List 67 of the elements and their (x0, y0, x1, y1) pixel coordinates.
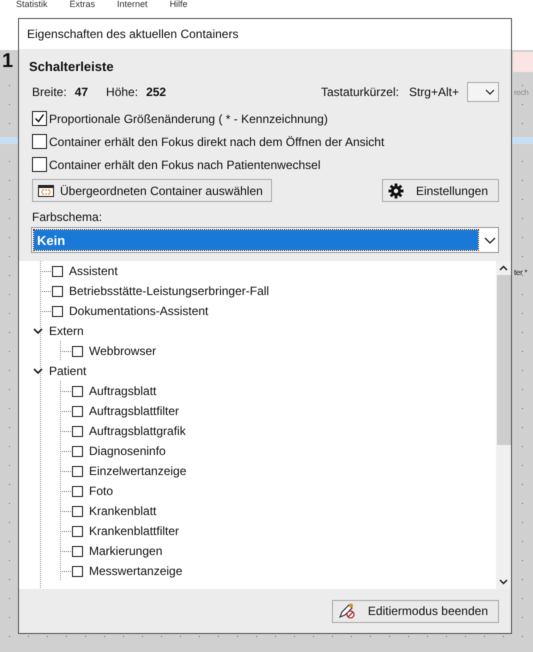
shortcut-prefix: Strg+Alt+ (408, 85, 459, 99)
tree-item[interactable]: Betriebsstätte-Leistungserbringer-Fall (69, 284, 270, 298)
tree-item[interactable]: Krankenblattfilter (89, 524, 180, 538)
finish-edit-mode-button[interactable]: Editiermodus beenden (332, 600, 499, 622)
expander-icon[interactable] (33, 327, 43, 335)
scroll-up-icon[interactable] (499, 265, 508, 271)
checkbox[interactable] (72, 566, 83, 576)
chevron-down-icon (485, 89, 495, 95)
height-value: 252 (146, 85, 166, 99)
pencil-icon (338, 603, 356, 619)
checkbox[interactable] (72, 346, 83, 356)
window-title: Eigenschaften des aktuellen Containers (27, 27, 238, 41)
tree-item[interactable]: Einzelwertanzeige (89, 464, 186, 478)
settings-icon (388, 182, 404, 198)
highlight-strip (513, 52, 533, 72)
menu-item[interactable]: Internet (117, 0, 148, 10)
menu-item[interactable]: Hilfe (170, 0, 188, 10)
color-scheme-dropdown[interactable]: Kein (31, 227, 499, 253)
field-label: Breite: (32, 85, 67, 99)
window-icon (38, 184, 54, 198)
scrollbar[interactable] (496, 261, 511, 589)
menu-item[interactable]: Extras (70, 0, 96, 10)
field-label: Tastaturkürzel: (320, 85, 399, 99)
page-heading: 1 (2, 50, 14, 73)
tree-item[interactable]: Foto (89, 484, 114, 498)
tree-item[interactable]: Krankenblatt (89, 504, 156, 518)
checkbox[interactable] (32, 157, 47, 172)
background-text: ter * (514, 268, 528, 277)
menu-item[interactable]: Statistik (16, 0, 48, 10)
section-title: Schalterleiste (29, 59, 115, 74)
checkbox[interactable] (52, 286, 63, 296)
checkbox[interactable] (72, 546, 83, 556)
checkbox[interactable] (72, 506, 83, 516)
tree-item[interactable]: Messwertanzeige (89, 564, 182, 578)
field-label: Höhe: (106, 85, 138, 99)
checkbox[interactable] (72, 386, 83, 396)
checkbox[interactable] (72, 426, 83, 436)
select-parent-button[interactable]: Übergeordneten Container auswählen (32, 179, 272, 202)
checkbox[interactable] (32, 134, 47, 149)
tree-item[interactable]: Auftragsblatt (89, 384, 156, 398)
chevron-down-icon (484, 236, 496, 244)
tree-item[interactable]: Dokumentations-Assistent (69, 304, 208, 318)
checkbox[interactable] (72, 446, 83, 456)
tree-group[interactable]: Patient (49, 364, 86, 378)
field-label: Farbschema: (31, 210, 104, 224)
tree-item[interactable]: Assistent (69, 264, 118, 278)
expander-icon[interactable] (33, 367, 43, 375)
checkbox[interactable] (72, 406, 83, 416)
tree-group[interactable]: Extern (49, 324, 84, 338)
checkbox[interactable] (72, 486, 83, 496)
settings-button[interactable]: Einstellungen (382, 179, 499, 202)
tree-item[interactable]: Auftragsblattfilter (89, 404, 180, 418)
background-text: rech (514, 88, 528, 97)
tree-item[interactable]: Webbrowser (89, 344, 156, 358)
tree-item[interactable]: Markierungen (89, 544, 162, 558)
checkbox[interactable] (52, 306, 63, 316)
tree-item[interactable]: Diagnoseninfo (89, 444, 166, 458)
checkbox[interactable] (72, 526, 83, 536)
scroll-down-icon[interactable] (499, 579, 508, 585)
checkbox-label: Container erhält den Fokus direkt nach dem Öffnen der Ansicht (49, 134, 384, 148)
checkbox[interactable] (32, 111, 47, 126)
checkbox-label: Proportionale Größenänderung ( * - Kennzeichnung) (49, 112, 328, 126)
checkbox[interactable] (52, 266, 63, 276)
checkbox[interactable] (72, 466, 83, 476)
tree-item[interactable]: Auftragsblattgrafik (89, 424, 186, 438)
width-value: 47 (74, 85, 88, 99)
checkbox-label: Container erhält den Fokus nach Patientenwechsel (49, 158, 320, 172)
